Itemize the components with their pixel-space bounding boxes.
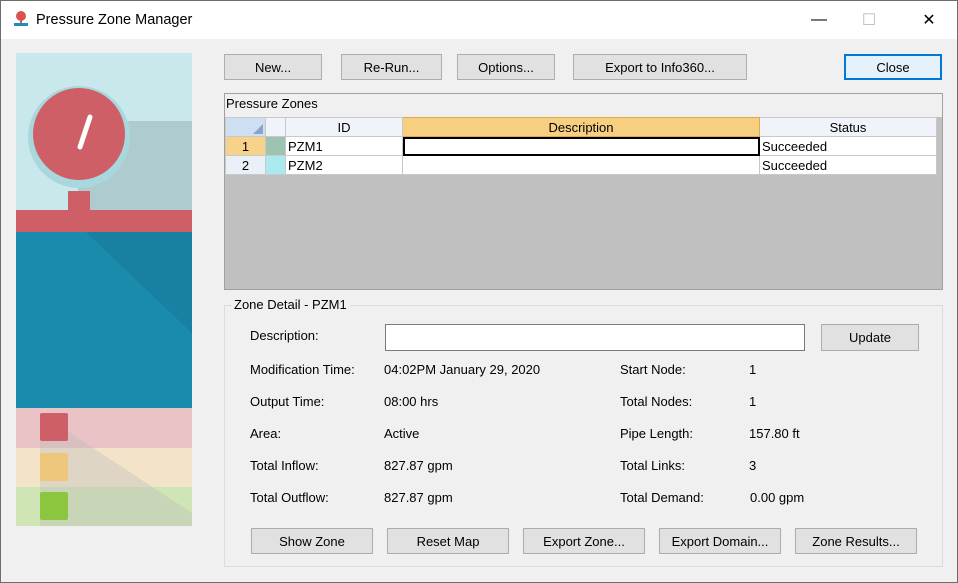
- zone-id-cell[interactable]: PZM1: [285, 136, 403, 156]
- zone-color-swatch: [265, 136, 286, 156]
- area-label: Area:: [250, 426, 282, 441]
- table-row[interactable]: 1 PZM1 Succeeded: [225, 136, 937, 156]
- total-demand-label: Total Demand:: [620, 490, 704, 505]
- zone-status-cell[interactable]: Succeeded: [759, 136, 937, 156]
- total-nodes-label: Total Nodes:: [620, 394, 693, 409]
- reset-map-button[interactable]: Reset Map: [387, 528, 509, 554]
- start-node-label: Start Node:: [620, 362, 686, 377]
- start-node-value: 1: [749, 362, 757, 377]
- update-button[interactable]: Update: [821, 324, 919, 351]
- output-time-value: 08:00 hrs: [384, 394, 439, 409]
- total-inflow-label: Total Inflow:: [250, 458, 319, 473]
- export-domain-button[interactable]: Export Domain...: [659, 528, 781, 554]
- description-input[interactable]: [385, 324, 805, 351]
- close-button[interactable]: Close: [844, 54, 942, 80]
- grid-caption: Pressure Zones: [225, 94, 942, 117]
- modification-time-value: 04:02PM January 29, 2020: [384, 362, 541, 377]
- corner-triangle-icon: [253, 124, 263, 134]
- window-close-button[interactable]: ✕: [906, 1, 952, 39]
- export-to-info360-button[interactable]: Export to Info360...: [573, 54, 747, 80]
- zone-description-cell[interactable]: [402, 136, 760, 156]
- rerun-button[interactable]: Re-Run...: [341, 54, 442, 80]
- export-zone-button[interactable]: Export Zone...: [523, 528, 645, 554]
- new-button[interactable]: New...: [224, 54, 322, 80]
- total-outflow-label: Total Outflow:: [250, 490, 329, 505]
- zone-status-cell[interactable]: Succeeded: [759, 155, 937, 175]
- window-title: Pressure Zone Manager: [36, 12, 193, 28]
- zone-color-swatch: [265, 155, 286, 175]
- pressure-zones-grid: Pressure Zones ID Description Status 1 P: [224, 93, 943, 290]
- table-row[interactable]: 2 PZM2 Succeeded: [225, 155, 937, 175]
- zones-table: ID Description Status 1 PZM1 Succeeded 2…: [225, 117, 937, 175]
- modification-time-label: Modification Time:: [250, 362, 355, 377]
- output-time-label: Output Time:: [250, 394, 325, 409]
- total-links-value: 3: [749, 458, 757, 473]
- pipe-length-label: Pipe Length:: [620, 426, 694, 441]
- show-zone-button[interactable]: Show Zone: [251, 528, 373, 554]
- description-label: Description:: [250, 328, 319, 343]
- column-header-status[interactable]: Status: [759, 117, 937, 137]
- options-button[interactable]: Options...: [457, 54, 555, 80]
- column-header-id[interactable]: ID: [285, 117, 403, 137]
- pipe-length-value: 157.80 ft: [749, 426, 800, 441]
- zone-detail-title: Zone Detail - PZM1: [231, 297, 350, 312]
- zone-detail-group: Zone Detail - PZM1 Description: Update M…: [224, 297, 943, 567]
- maximize-button[interactable]: ☐: [846, 1, 892, 39]
- total-links-label: Total Links:: [620, 458, 686, 473]
- color-column-header: [265, 117, 286, 137]
- pressure-zone-manager-window: Pressure Zone Manager — ☐ ✕ New... Re-Ru…: [0, 0, 958, 583]
- row-number[interactable]: 1: [225, 136, 266, 156]
- zone-description-cell[interactable]: [402, 155, 760, 175]
- title-bar: Pressure Zone Manager — ☐ ✕: [1, 1, 957, 39]
- illustration-graphic: [16, 53, 192, 526]
- pressure-gauge-illustration: [16, 53, 192, 526]
- zone-id-cell[interactable]: PZM2: [285, 155, 403, 175]
- minimize-button[interactable]: —: [796, 1, 842, 39]
- zone-results-button[interactable]: Zone Results...: [795, 528, 917, 554]
- total-outflow-value: 827.87 gpm: [384, 490, 453, 505]
- total-nodes-value: 1: [749, 394, 757, 409]
- row-number[interactable]: 2: [225, 155, 266, 175]
- column-header-description[interactable]: Description: [402, 117, 760, 137]
- total-inflow-value: 827.87 gpm: [384, 458, 453, 473]
- select-all-corner[interactable]: [225, 117, 266, 137]
- area-value: Active: [384, 426, 420, 441]
- total-demand-value: 0.00 gpm: [750, 490, 805, 505]
- pressure-gauge-icon: [14, 11, 28, 26]
